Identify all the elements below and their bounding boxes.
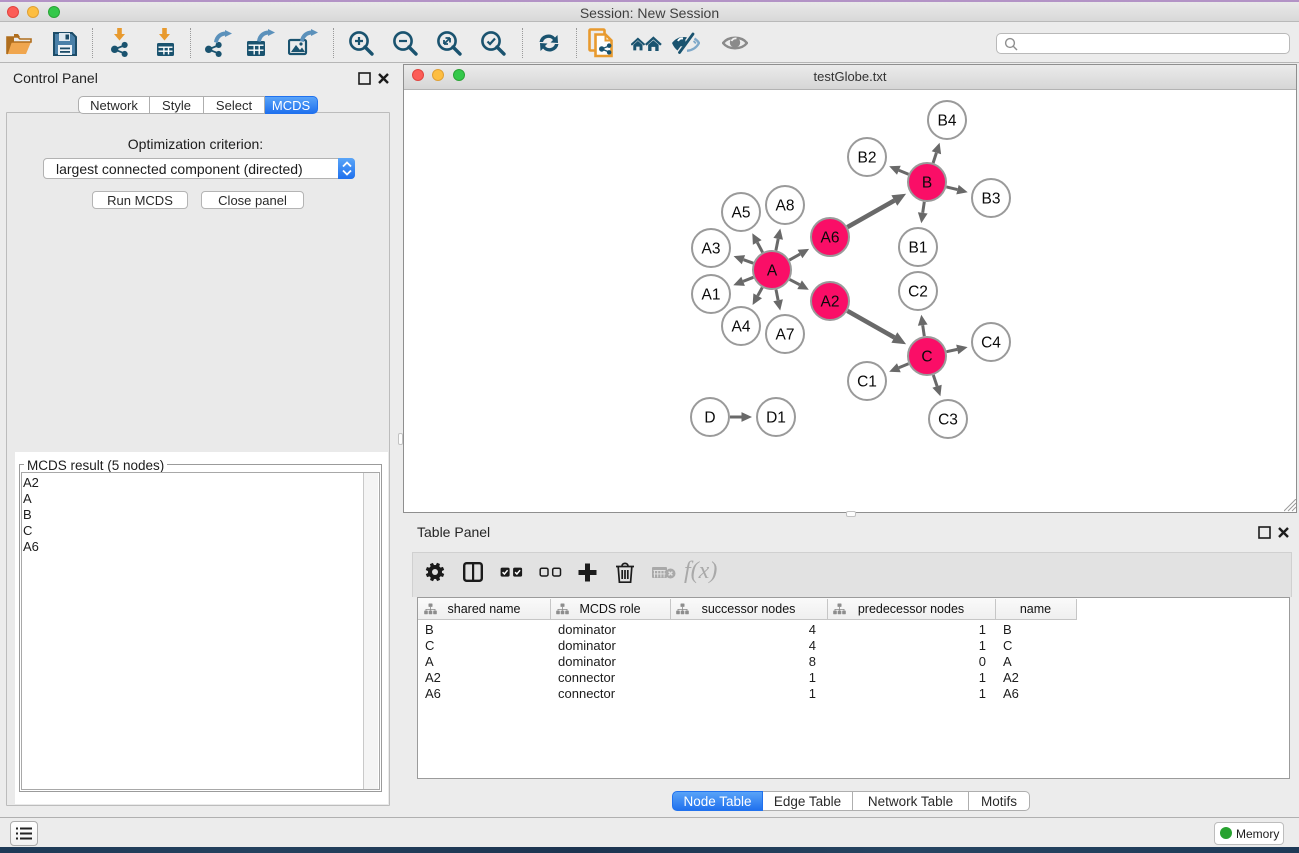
svg-text:C4: C4 [981, 335, 1001, 352]
svg-text:A7: A7 [776, 327, 795, 344]
svg-text:A5: A5 [732, 205, 751, 222]
svg-text:A1: A1 [702, 287, 721, 304]
svg-text:A4: A4 [732, 319, 751, 336]
svg-text:A6: A6 [821, 230, 840, 247]
svg-text:A2: A2 [821, 294, 840, 311]
svg-text:D: D [704, 410, 715, 427]
svg-text:B3: B3 [982, 191, 1001, 208]
svg-text:B1: B1 [909, 240, 928, 257]
svg-text:C1: C1 [857, 374, 877, 391]
svg-text:B2: B2 [858, 150, 877, 167]
svg-text:A: A [767, 263, 778, 280]
svg-text:C2: C2 [908, 284, 928, 301]
svg-text:A3: A3 [702, 241, 721, 258]
svg-text:A8: A8 [776, 198, 795, 215]
svg-text:C3: C3 [938, 412, 958, 429]
svg-text:B: B [922, 175, 932, 192]
svg-text:B4: B4 [938, 113, 957, 130]
svg-text:D1: D1 [766, 410, 786, 427]
svg-text:C: C [921, 349, 932, 366]
